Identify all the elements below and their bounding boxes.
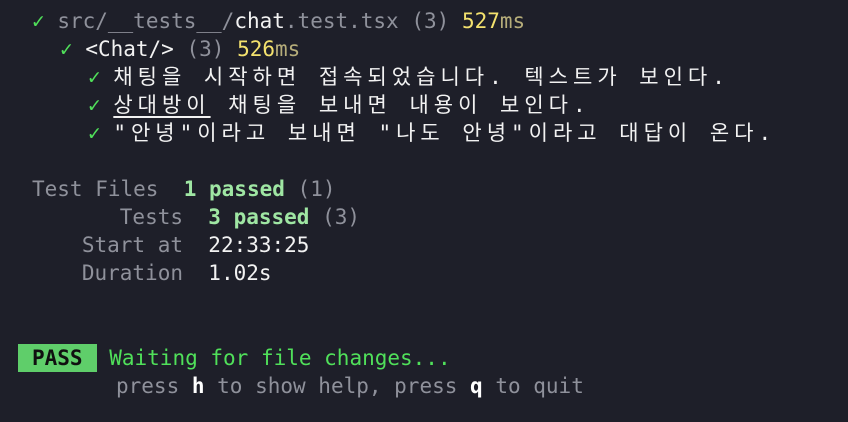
start-label: Start at [81, 233, 183, 257]
status-line: PASS Waiting for file changes... [18, 344, 451, 372]
check-icon: ✓ [60, 37, 73, 61]
duration-value: 1.02s [208, 261, 272, 285]
help-prefix: press [116, 374, 192, 398]
file-test-count: (3) [411, 9, 450, 33]
help-key-h[interactable]: h [192, 374, 205, 398]
test-files-passed: 1 passed [183, 177, 285, 201]
start-value: 22:33:25 [208, 233, 310, 257]
file-ext: .test.tsx [284, 9, 399, 33]
check-icon: ✓ [32, 9, 45, 33]
test-case-name: "안녕"이라고 보내면 "나도 안녕"이라고 대답이 온다. [113, 121, 777, 145]
test-case-line: ✓ "안녕"이라고 보내면 "나도 안녕"이라고 대답이 온다. [88, 119, 776, 147]
suite-test-count: (3) [186, 37, 225, 61]
tests-passed: 3 passed [208, 205, 310, 229]
summary-duration: Duration 1.02s [32, 259, 272, 287]
file-dir: src/__tests__/ [57, 9, 235, 33]
check-icon: ✓ [88, 93, 101, 117]
test-case-name: 채팅을 시작하면 접속되었습니다. 텍스트가 보인다. [113, 65, 730, 89]
test-files-label: Test Files [32, 177, 159, 201]
summary-test-files: Test Files 1 passed (1) [32, 175, 335, 203]
watch-message: Waiting for file changes... [109, 346, 451, 370]
help-suffix: to quit [482, 374, 584, 398]
help-mid: to show help, press [204, 374, 471, 398]
suite-duration-unit: ms [275, 37, 301, 61]
test-case-name: 채팅을 보내면 내용이 보인다. [210, 93, 591, 117]
test-case-name-underlined: 상대방이 [113, 93, 211, 117]
suite-name: <Chat/> [85, 37, 174, 61]
summary-start: Start at 22:33:25 [32, 231, 310, 259]
summary-tests: Tests 3 passed (3) [32, 203, 360, 231]
file-result-line: ✓ src/__tests__/chat.test.tsx (3) 527ms [32, 7, 525, 35]
pass-badge: PASS [18, 344, 97, 372]
file-name: chat [234, 9, 285, 33]
check-icon: ✓ [88, 65, 101, 89]
test-case-line: ✓ 채팅을 시작하면 접속되었습니다. 텍스트가 보인다. [88, 63, 730, 91]
tests-total: (3) [322, 205, 361, 229]
help-line: press h to show help, press q to quit [116, 372, 584, 400]
test-case-line: ✓ 상대방이 채팅을 보내면 내용이 보인다. [88, 91, 591, 119]
test-files-total: (1) [297, 177, 336, 201]
tests-label: Tests [119, 205, 183, 229]
check-icon: ✓ [88, 121, 101, 145]
file-duration-value: 527 [461, 9, 500, 33]
suite-line: ✓ <Chat/> (3) 526ms [60, 35, 300, 63]
quit-key-q[interactable]: q [470, 374, 483, 398]
suite-duration-value: 526 [237, 37, 276, 61]
file-duration-unit: ms [499, 9, 526, 33]
duration-label: Duration [81, 261, 183, 285]
terminal-window: ✓ src/__tests__/chat.test.tsx (3) 527ms … [0, 0, 848, 422]
